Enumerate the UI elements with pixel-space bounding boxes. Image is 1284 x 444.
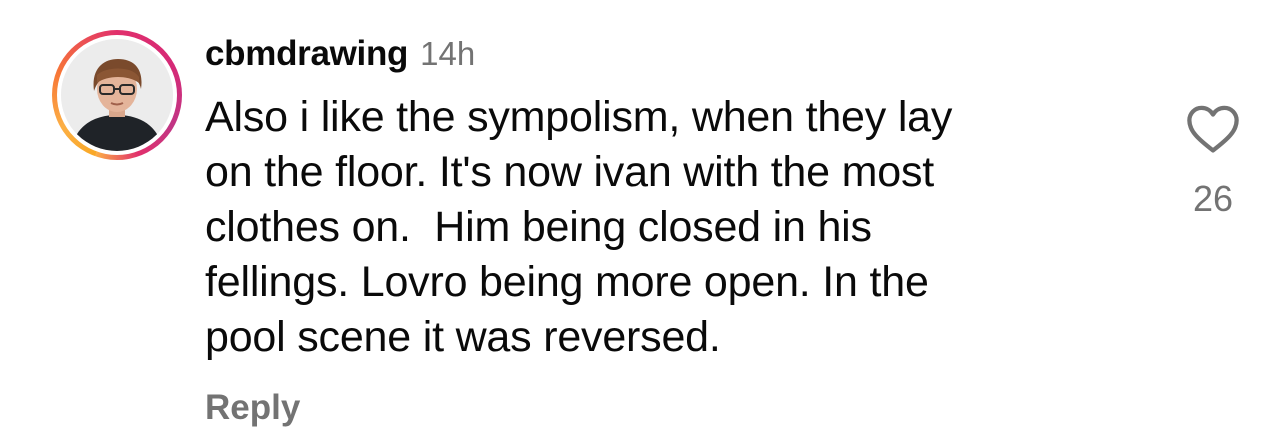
comment-text-line: fellings. Lovro being more open. In the: [205, 258, 929, 306]
like-section: 26: [1180, 100, 1246, 220]
comment-text-line: clothes on. Him being closed in his: [205, 203, 872, 251]
avatar-photo: [61, 39, 173, 151]
like-count: 26: [1192, 178, 1234, 219]
avatar-story-ring[interactable]: [52, 30, 182, 160]
comment-text-line: Also i like the sympolism, when they lay: [205, 93, 953, 141]
avatar[interactable]: [61, 39, 173, 151]
comment-meta: cbmdrawing 14h: [205, 34, 1105, 80]
reply-button[interactable]: Reply: [205, 388, 300, 428]
comment-text: Also i like the sympolism, when they lay…: [205, 90, 1105, 365]
comment-body: cbmdrawing 14h Also i like the sympolism…: [205, 34, 1105, 365]
comment-text-line: pool scene it was reversed.: [205, 313, 721, 361]
heart-outline-icon[interactable]: [1183, 100, 1243, 156]
username[interactable]: cbmdrawing: [205, 34, 408, 74]
comment: cbmdrawing 14h Also i like the sympolism…: [0, 0, 1284, 444]
timestamp: 14h: [420, 35, 476, 72]
comment-text-line: on the floor. It's now ivan with the mos…: [205, 148, 934, 196]
avatar-ring-gap: [57, 35, 177, 155]
